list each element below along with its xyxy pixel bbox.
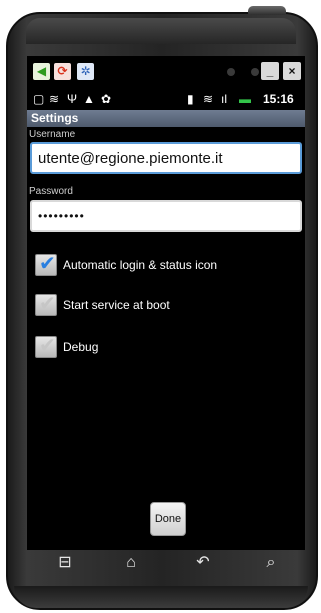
automatic-login-checkbox[interactable]: ✔ [35, 253, 57, 276]
emulator-toolbar: ◀ ⟳ ✲ _ × [27, 60, 305, 82]
phone-power-button [248, 6, 286, 15]
forward-icon[interactable]: ⟳ [54, 63, 71, 80]
page-title: Settings [31, 111, 79, 125]
status-time: 15:16 [263, 92, 294, 106]
password-field[interactable] [30, 200, 302, 232]
option-automatic-login[interactable]: ✔ Automatic login & status icon [35, 253, 295, 278]
back-arrow-icon[interactable]: ◀ [33, 63, 50, 80]
warning-icon: ▲ [83, 92, 95, 106]
android-icon: ✿ [101, 92, 112, 106]
battery-icon: ▬ [239, 92, 251, 106]
check-icon: ✔ [39, 335, 56, 357]
phone-bottom-rim [14, 586, 308, 608]
minimize-button[interactable]: _ [261, 62, 279, 80]
debug-checkbox[interactable]: ✔ [35, 335, 57, 358]
phone-screen: ◀ ⟳ ✲ _ × ▢ ≋ Ψ ▲ ✿ ▮ ≋ ıl ▬ 15:16 Setti… [27, 56, 305, 550]
username-label: Username [29, 129, 76, 140]
indicator-dot [227, 68, 235, 76]
done-button[interactable]: Done [150, 502, 186, 536]
check-icon: ✔ [39, 253, 56, 275]
close-button[interactable]: × [283, 62, 301, 80]
option-start-service[interactable]: ✔ Start service at boot [35, 293, 295, 318]
password-label: Password [29, 186, 73, 197]
option-debug[interactable]: ✔ Debug [35, 335, 295, 360]
start-service-checkbox[interactable]: ✔ [35, 293, 57, 316]
automatic-login-label: Automatic login & status icon [63, 258, 218, 272]
home-icon[interactable]: ⌂ [116, 550, 146, 576]
check-icon: ✔ [39, 293, 56, 315]
phone-top-rim [26, 18, 296, 44]
wifi-icon: ≋ [49, 92, 60, 106]
signal-icon: ıl [221, 92, 227, 106]
menu-icon[interactable]: ⊟ [50, 550, 80, 576]
username-field[interactable] [30, 142, 302, 174]
search-icon[interactable]: ⌕ [256, 550, 286, 576]
indicator-dot [251, 68, 259, 76]
status-bar: ▢ ≋ Ψ ▲ ✿ ▮ ≋ ıl ▬ 15:16 [27, 89, 305, 109]
usb-icon: Ψ [67, 92, 78, 106]
debug-label: Debug [63, 340, 99, 354]
wifi-icon: ≋ [203, 92, 214, 106]
app-title-bar: Settings [27, 110, 305, 127]
vibrate-icon: ▮ [187, 92, 194, 106]
gear-icon[interactable]: ✲ [77, 63, 94, 80]
start-service-label: Start service at boot [63, 298, 170, 312]
notification-icon: ▢ [33, 92, 45, 106]
back-icon[interactable]: ↶ [188, 550, 218, 576]
